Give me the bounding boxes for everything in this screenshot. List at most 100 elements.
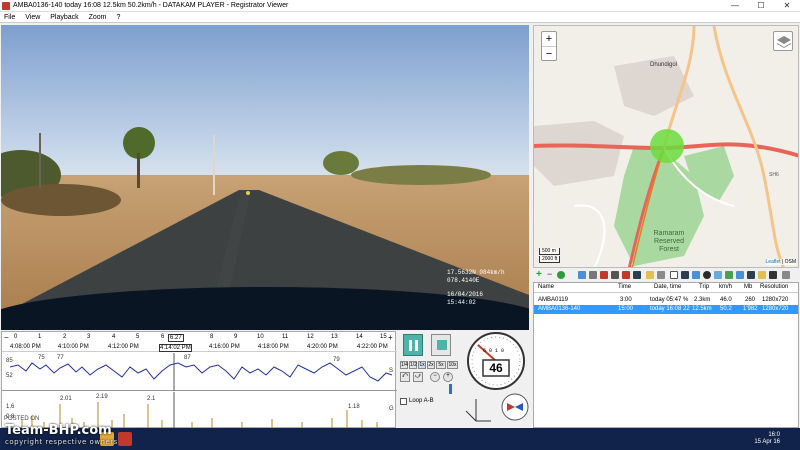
col-resolution[interactable]: Resolution xyxy=(760,284,788,290)
col-trip[interactable]: Trip xyxy=(699,284,709,290)
minimize-button[interactable]: — xyxy=(722,0,748,12)
maximize-button[interactable]: ☐ xyxy=(748,0,774,12)
zoom-in-icon[interactable]: + xyxy=(443,372,453,382)
col-mb[interactable]: Mb xyxy=(744,284,752,290)
file-resolution: 1280x720 xyxy=(762,297,789,303)
clock-date: 15 Apr 16 xyxy=(754,439,780,445)
close-button[interactable]: ✕ xyxy=(774,0,800,12)
osm-credit: | OSM xyxy=(781,259,796,265)
layers-icon xyxy=(777,36,791,48)
layout-icon[interactable] xyxy=(714,271,722,279)
col-kmh[interactable]: km/h xyxy=(719,284,732,290)
tick-3: 3 xyxy=(87,334,91,340)
speed-5x-button[interactable]: 5x xyxy=(436,361,446,369)
menu-zoom[interactable]: Zoom xyxy=(89,12,107,23)
monitor-icon[interactable] xyxy=(681,271,689,279)
taskbar-app-icon[interactable] xyxy=(118,432,132,446)
timeline-scale[interactable]: − + 0 1 2 3 4 5 6 6.27 8 9 10 11 12 13 1… xyxy=(2,332,397,352)
col-date[interactable]: Date, time xyxy=(654,284,681,290)
timeline-panel[interactable]: − + 0 1 2 3 4 5 6 6.27 8 9 10 11 12 13 1… xyxy=(1,331,397,428)
grid-icon[interactable] xyxy=(736,271,744,279)
osd-coordinates: 17.5632N 084km/h xyxy=(447,269,505,276)
film-icon[interactable] xyxy=(747,271,755,279)
menu-file[interactable]: File xyxy=(4,12,15,23)
col-time[interactable]: Time xyxy=(618,284,631,290)
map-zoom-in-button[interactable]: + xyxy=(542,32,556,47)
playback-controls: 1/4 1/2 1x 2x 5x 10x 60x ⤺ ⤻ − + Loop A-… xyxy=(397,331,459,428)
speed-graph[interactable]: 85 75 77 87 79 52 S xyxy=(2,353,397,391)
folder-icon[interactable] xyxy=(646,271,654,279)
file-date: today 16:08 22 xyxy=(650,306,690,312)
export-icon[interactable] xyxy=(622,271,630,279)
speed-2x-button[interactable]: 2x xyxy=(427,361,435,369)
speed-half-button[interactable]: 1/2 xyxy=(409,361,417,369)
refresh-icon[interactable] xyxy=(557,271,565,279)
map-icon[interactable] xyxy=(725,271,733,279)
cut-icon[interactable] xyxy=(657,271,665,279)
volume-slider[interactable] xyxy=(449,384,452,394)
menu-playback[interactable]: Playback xyxy=(50,12,78,23)
speed-1x-button[interactable]: 1x xyxy=(418,361,426,369)
tick-6: 6 xyxy=(161,334,165,340)
speed-label: 85 xyxy=(6,358,13,364)
watermark-logo: Team-BHP.com xyxy=(5,423,112,438)
close-panel-icon[interactable] xyxy=(782,271,790,279)
settings-icon[interactable] xyxy=(703,271,711,279)
menu-view[interactable]: View xyxy=(25,12,40,23)
time-label: 4:18:00 PM xyxy=(258,344,289,350)
add-icon[interactable]: + xyxy=(536,270,544,280)
time-label: 4:20:00 PM xyxy=(307,344,338,350)
tick-14: 14 xyxy=(356,334,363,340)
delete-icon[interactable] xyxy=(589,271,597,279)
time-label: 4:10:00 PM xyxy=(58,344,89,350)
leaflet-link[interactable]: Leaflet xyxy=(766,259,781,265)
panel-icon[interactable] xyxy=(692,271,700,279)
col-name[interactable]: Name xyxy=(538,284,554,290)
tick-13: 13 xyxy=(331,334,338,340)
file-time: 3:00 xyxy=(620,297,632,303)
tick-15: 15 xyxy=(380,334,387,340)
window-icon[interactable] xyxy=(670,271,678,279)
timeline-zoom-in-button[interactable]: + xyxy=(388,333,393,342)
video-player[interactable]: 17.5632N 084km/h 078.4140E 16/04/2016 15… xyxy=(1,25,529,330)
note-icon[interactable] xyxy=(758,271,766,279)
video-scene xyxy=(1,127,529,330)
system-clock[interactable]: 16:0 15 Apr 16 xyxy=(754,432,780,446)
info-icon[interactable] xyxy=(769,271,777,279)
timeline-zoom-out-button[interactable]: − xyxy=(4,333,9,342)
zoom-out-icon[interactable]: − xyxy=(430,372,440,382)
pause-button[interactable] xyxy=(403,334,423,356)
step-back-icon[interactable]: ⤺ xyxy=(400,372,410,382)
map-layers-icon[interactable] xyxy=(773,31,793,51)
file-kmh: 50.2 xyxy=(720,306,732,312)
file-toolbar: + − xyxy=(533,269,799,281)
stop-button[interactable] xyxy=(431,334,451,356)
remove-file-icon[interactable] xyxy=(600,271,608,279)
time-label: 4:16:00 PM xyxy=(209,344,240,350)
copy-icon[interactable] xyxy=(578,271,586,279)
save-icon[interactable] xyxy=(611,271,619,279)
loop-checkbox[interactable] xyxy=(400,398,407,405)
file-row[interactable]: AMBA0119 3:00 today 05:47 % 2.3km 46.0 2… xyxy=(534,296,798,305)
clock-time: 16:0 xyxy=(768,432,780,438)
remove-icon[interactable]: − xyxy=(547,270,555,279)
stop-icon xyxy=(437,340,447,350)
map-zoom-out-button[interactable]: − xyxy=(542,47,556,62)
snapshot-icon[interactable] xyxy=(633,271,641,279)
speed-quarter-button[interactable]: 1/4 xyxy=(400,361,408,369)
speed-label: 79 xyxy=(333,357,340,363)
file-date: today 05:47 % xyxy=(650,297,689,303)
tick-0: 0 xyxy=(14,334,18,340)
menu-help[interactable]: ? xyxy=(116,12,120,23)
file-list[interactable]: Name Time Date, time Trip km/h Mb Resolu… xyxy=(533,282,799,428)
step-forward-icon[interactable]: ⤻ xyxy=(413,372,423,382)
map-zoom-control: + − xyxy=(541,31,557,61)
map-view[interactable]: Dhundigol Ramaram Reserved Forest SH6 + … xyxy=(533,25,799,268)
file-row-selected[interactable]: AMBA0136-140 15:00 today 16:08 22 12.5km… xyxy=(534,305,798,314)
playhead-marker[interactable]: 6.27 xyxy=(168,334,184,342)
time-label-current: 4:14:02 PM xyxy=(159,344,192,352)
speed-10x-button[interactable]: 10x xyxy=(447,361,458,369)
pause-icon-bar-left xyxy=(409,340,412,351)
file-list-header: Name Time Date, time Trip km/h Mb Resolu… xyxy=(534,283,798,293)
osd-date: 16/04/2016 xyxy=(447,291,484,298)
